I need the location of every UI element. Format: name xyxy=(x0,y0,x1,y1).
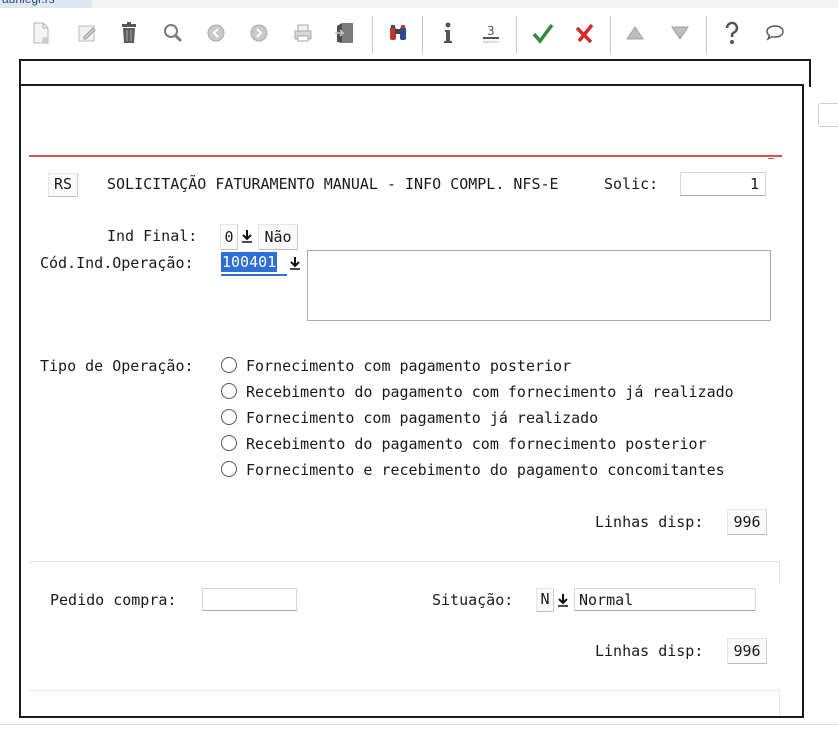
comment-icon[interactable] xyxy=(762,20,788,46)
upper-linhas-disp-label: Linhas disp: xyxy=(595,513,704,531)
top-panel xyxy=(19,59,811,87)
situacao-label: Situação: xyxy=(432,591,514,609)
svg-text:3: 3 xyxy=(487,24,495,38)
cod-ind-operacao-value[interactable]: 100401 xyxy=(221,252,278,272)
help-icon[interactable] xyxy=(719,20,745,46)
upper-scroll-strip-top xyxy=(28,561,780,562)
toolbar-separator xyxy=(422,16,423,54)
exit-icon[interactable] xyxy=(332,20,358,46)
trash-icon[interactable] xyxy=(116,20,142,46)
tipo-operacao-option-1[interactable]: Fornecimento com pagamento posterior xyxy=(246,357,571,375)
lower-linhas-disp-value: 996 xyxy=(727,638,767,664)
next-circle-icon[interactable] xyxy=(246,20,272,46)
numbered-icon[interactable]: 3 xyxy=(478,20,504,46)
window-bottom-line xyxy=(0,724,838,725)
side-button[interactable] xyxy=(818,103,838,127)
situacao-description: Normal xyxy=(574,588,756,611)
info-icon[interactable] xyxy=(435,20,461,46)
print-icon[interactable] xyxy=(290,20,316,46)
tab-strip xyxy=(0,0,838,8)
tipo-operacao-option-5[interactable]: Fornecimento e recebimento do pagamento … xyxy=(246,461,725,479)
pedido-compra-field[interactable] xyxy=(202,588,297,611)
lower-linhas-disp-label: Linhas disp: xyxy=(595,642,704,660)
ind-final-dropdown-icon[interactable] xyxy=(240,227,254,245)
arrow-up-icon[interactable] xyxy=(622,20,648,46)
lower-scroll-strip-right xyxy=(779,690,780,716)
red-divider xyxy=(29,155,782,157)
tipo-operacao-option-4[interactable]: Recebimento do pagamento com forneciment… xyxy=(246,435,707,453)
radio-option-1[interactable] xyxy=(221,357,237,373)
red-divider-mark xyxy=(768,158,774,159)
previous-circle-icon[interactable] xyxy=(203,20,229,46)
radio-option-2[interactable] xyxy=(221,383,237,399)
binoculars-icon[interactable] xyxy=(385,20,411,46)
cancel-x-icon[interactable] xyxy=(572,20,598,46)
page-title: SOLICITAÇÃO FATURAMENTO MANUAL - INFO CO… xyxy=(107,175,559,193)
cod-ind-operacao-label: Cód.Ind.Operação: xyxy=(40,254,194,272)
solic-field[interactable]: 1 xyxy=(680,172,766,196)
confirm-check-icon[interactable] xyxy=(530,20,556,46)
solic-label: Solic: xyxy=(604,175,659,193)
toolbar-separator xyxy=(706,16,707,54)
tipo-operacao-label: Tipo de Operação: xyxy=(40,357,194,375)
new-document-icon[interactable] xyxy=(28,20,54,46)
edit-icon[interactable] xyxy=(74,20,100,46)
upper-linhas-disp-value: 996 xyxy=(727,509,767,535)
situacao-dropdown-icon[interactable] xyxy=(556,591,570,609)
radio-option-4[interactable] xyxy=(221,435,237,451)
rs-code-button[interactable]: RS xyxy=(48,173,78,197)
cod-ind-operacao-description xyxy=(307,250,771,321)
tipo-operacao-option-2[interactable]: Recebimento do pagamento com forneciment… xyxy=(246,383,734,401)
ind-final-label: Ind Final: xyxy=(107,227,198,245)
arrow-down-icon[interactable] xyxy=(667,20,693,46)
situacao-code-field[interactable]: N xyxy=(536,588,554,612)
search-icon[interactable] xyxy=(160,20,186,46)
upper-scroll-strip-right xyxy=(779,561,780,584)
cod-ind-operacao-dropdown-icon[interactable] xyxy=(288,254,302,272)
pedido-compra-label: Pedido compra: xyxy=(50,591,177,609)
ind-final-field[interactable]: 0 xyxy=(220,224,238,250)
toolbar-separator xyxy=(516,16,517,54)
toolbar-separator xyxy=(610,16,611,54)
radio-option-3[interactable] xyxy=(221,409,237,425)
lower-scroll-strip-top xyxy=(28,690,780,691)
window-tab-title[interactable]: auniegr.rs xyxy=(0,0,92,8)
cod-ind-operacao-field[interactable]: 100401 xyxy=(221,252,287,276)
toolbar-separator xyxy=(372,16,373,54)
tipo-operacao-option-3[interactable]: Fornecimento com pagamento já realizado xyxy=(246,409,598,427)
toolbar: 3 xyxy=(20,10,810,54)
ind-final-description: Não xyxy=(258,224,298,250)
radio-option-5[interactable] xyxy=(221,461,237,477)
